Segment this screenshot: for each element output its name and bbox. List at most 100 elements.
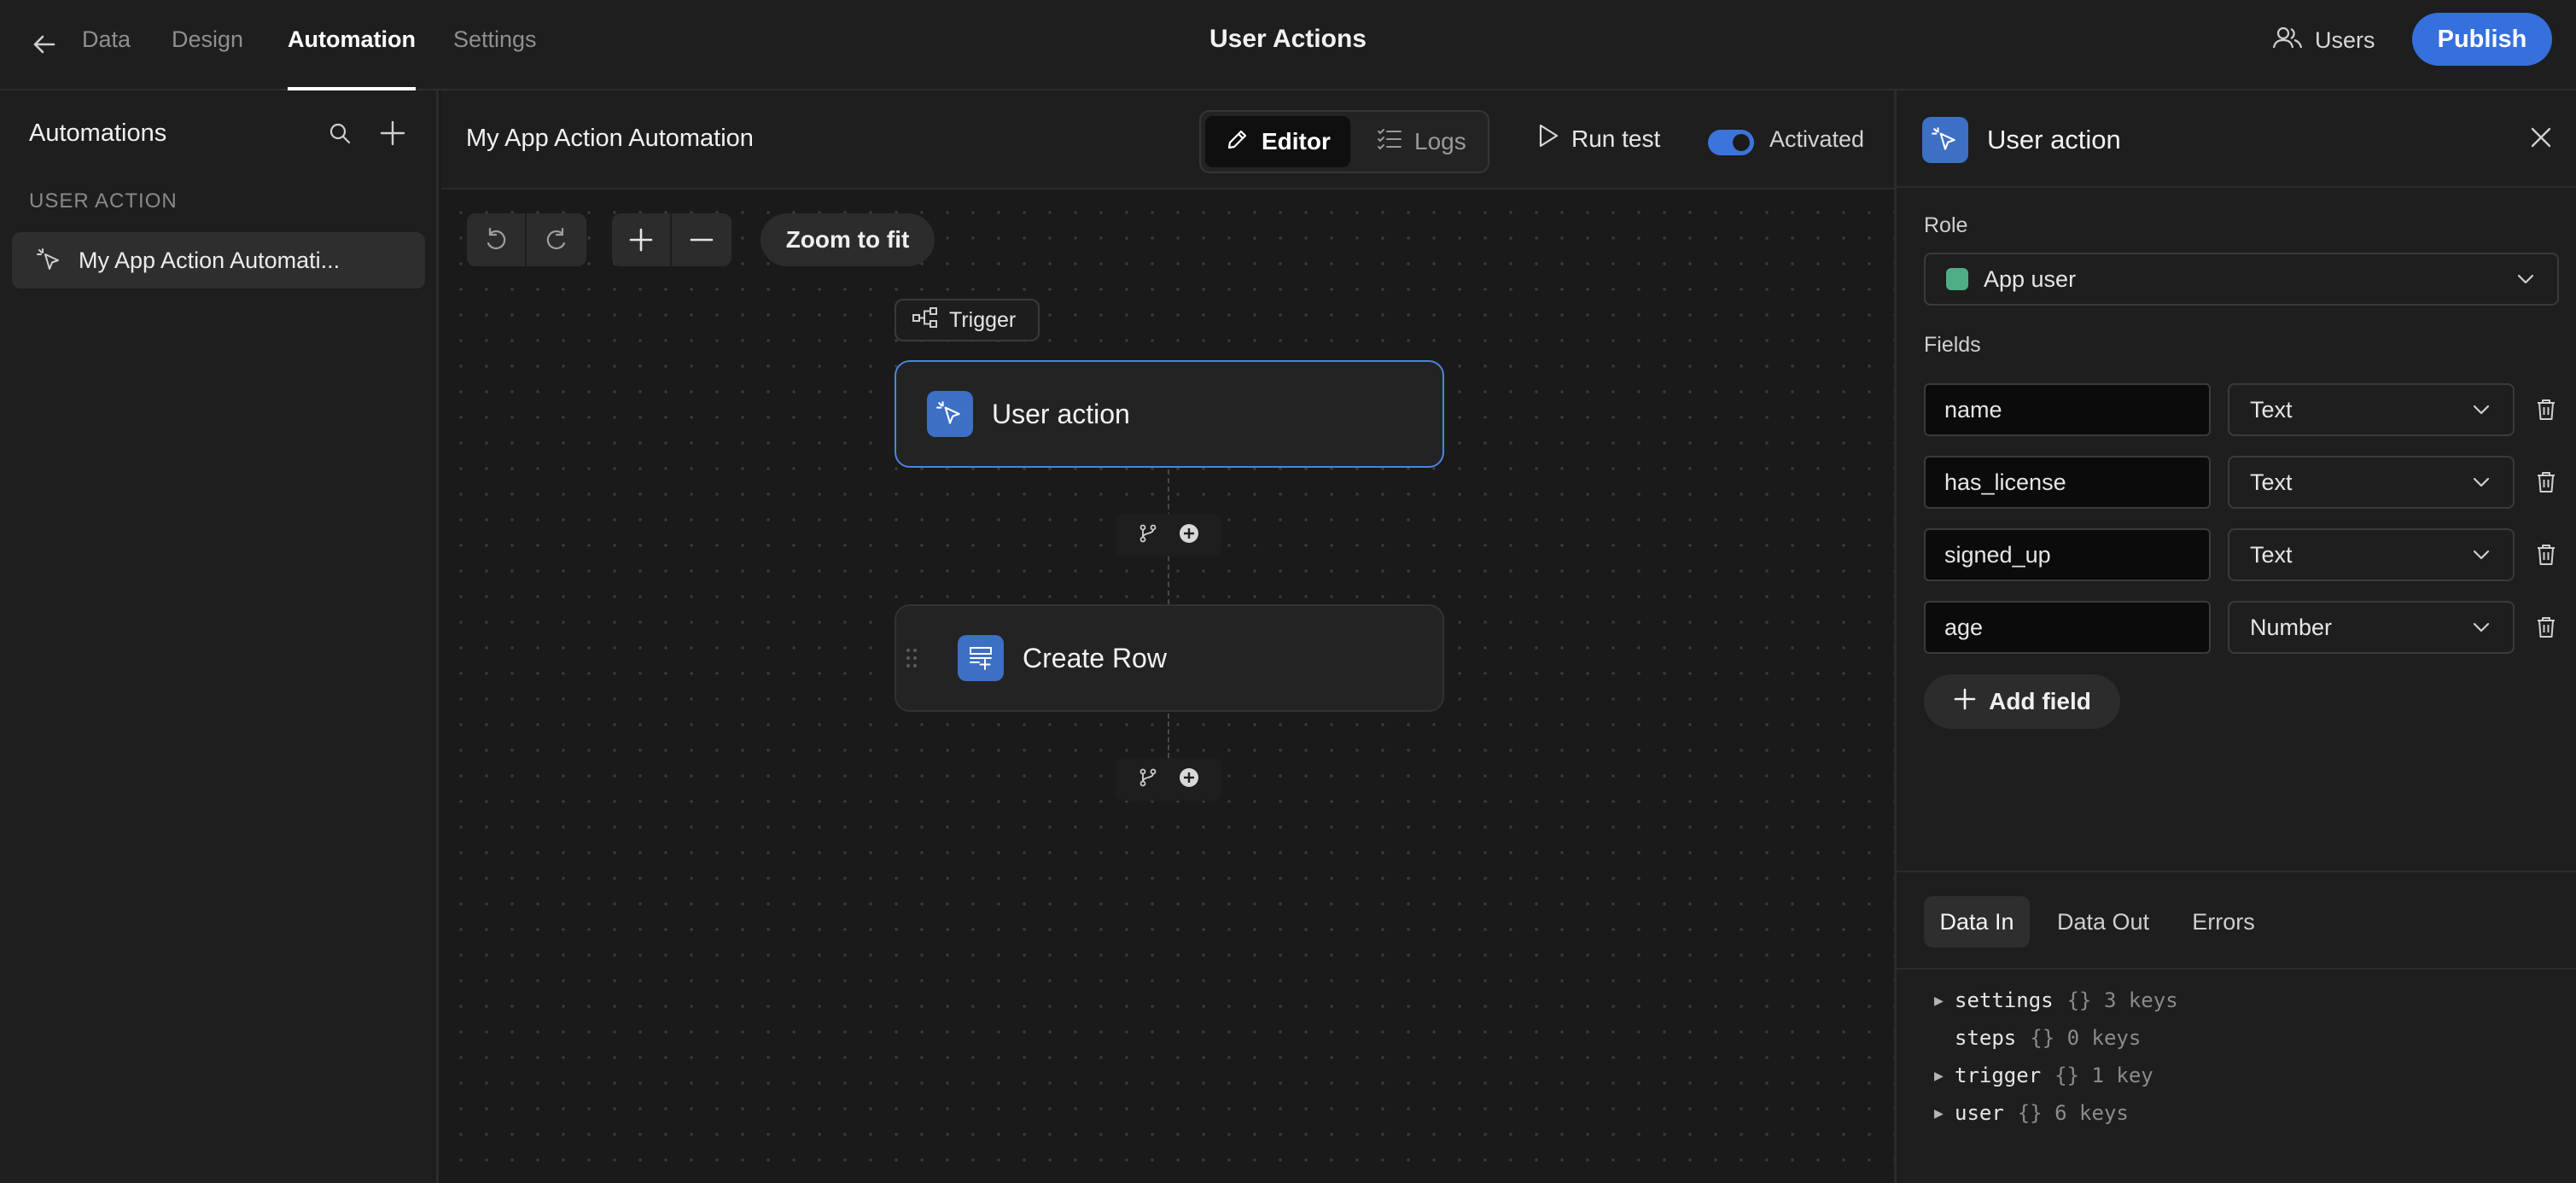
close-icon[interactable] (2528, 125, 2554, 154)
field-name-input[interactable]: has_license (1924, 456, 2211, 509)
pencil-icon (1226, 127, 1250, 157)
trash-icon[interactable] (2533, 542, 2559, 568)
add-step-controls (1116, 758, 1221, 801)
json-row[interactable]: ▶ settings {} 3 keys (1934, 982, 2178, 1019)
expand-arrow-icon[interactable]: ▶ (1934, 1067, 1955, 1085)
tab-errors[interactable]: Errors (2178, 896, 2269, 947)
json-meta: {} 0 keys (2030, 1026, 2142, 1050)
history-controls (467, 213, 586, 266)
drag-handle-icon[interactable] (905, 647, 918, 669)
trigger-node-label: User action (992, 398, 1130, 429)
run-test-button[interactable]: Run test (1537, 123, 1660, 154)
canvas-header: My App Action Automation Editor Logs Run… (441, 90, 1894, 189)
logs-button[interactable]: Logs (1356, 116, 1484, 167)
tab-design[interactable]: Design (172, 0, 243, 90)
add-field-label: Add field (1989, 688, 2091, 714)
branch-icon (912, 306, 939, 335)
trash-icon[interactable] (2533, 397, 2559, 422)
role-value: App user (1984, 265, 2077, 292)
automations-sidebar: Automations USER ACTION My App Action Au… (0, 90, 439, 1183)
tab-data-out[interactable]: Data Out (2043, 896, 2163, 947)
field-type-select[interactable]: Text (2228, 456, 2515, 509)
publish-button[interactable]: Publish (2412, 13, 2552, 66)
zoom-controls (612, 213, 731, 266)
activated-toggle[interactable] (1708, 130, 1754, 155)
activated-label: Activated (1769, 126, 1865, 152)
expand-arrow-icon[interactable]: ▶ (1934, 1104, 1955, 1122)
branch-icon[interactable] (1138, 767, 1158, 792)
field-name-input[interactable]: name (1924, 383, 2211, 436)
pointer-click-icon (36, 247, 65, 274)
pointer-click-icon (1922, 117, 1968, 163)
json-key: settings (1955, 988, 2054, 1012)
back-arrow-icon[interactable] (26, 26, 63, 63)
chevron-down-icon (2470, 544, 2492, 572)
json-meta: {} 6 keys (2017, 1101, 2129, 1125)
panel-header: User action (1897, 90, 2576, 188)
pointer-click-icon (927, 391, 973, 437)
json-tree: ▶ settings {} 3 keys steps {} 0 keys ▶ t… (1934, 982, 2178, 1132)
panel-title: User action (1987, 125, 2121, 154)
section-label: USER ACTION (29, 189, 178, 213)
users-label: Users (2315, 26, 2375, 53)
play-icon (1537, 123, 1559, 154)
users-button[interactable]: Users (2272, 19, 2375, 61)
trash-icon[interactable] (2533, 469, 2559, 495)
data-tabs: Data In Data Out Errors (1897, 871, 2576, 970)
undo-icon[interactable] (467, 213, 527, 266)
zoom-out-icon[interactable] (672, 213, 731, 266)
field-type-select[interactable]: Text (2228, 528, 2515, 581)
field-name-input[interactable]: signed_up (1924, 528, 2211, 581)
automation-name: My App Action Automation (466, 125, 754, 152)
json-row: steps {} 0 keys (1934, 1019, 2178, 1057)
add-automation-icon[interactable] (379, 119, 406, 151)
json-row[interactable]: ▶ trigger {} 1 key (1934, 1057, 2178, 1094)
run-test-label: Run test (1571, 125, 1661, 152)
add-step-controls (1116, 514, 1221, 557)
field-type-value: Text (2250, 541, 2293, 568)
tab-settings[interactable]: Settings (453, 0, 537, 90)
field-type-value: Number (2250, 614, 2333, 640)
tab-automation[interactable]: Automation (288, 0, 416, 90)
add-step-icon[interactable] (1179, 523, 1199, 548)
field-name-input[interactable]: age (1924, 601, 2211, 654)
tab-data-in[interactable]: Data In (1924, 896, 2030, 947)
add-step-icon[interactable] (1179, 767, 1199, 792)
editor-button[interactable]: Editor (1205, 116, 1350, 167)
top-bar: Data Design Automation Settings User Act… (0, 0, 2576, 90)
role-color-swatch (1946, 268, 1968, 290)
create-row-icon (958, 635, 1004, 681)
plus-icon (1953, 687, 1977, 717)
expand-arrow-icon[interactable]: ▶ (1934, 992, 1955, 1010)
trigger-badge: Trigger (895, 299, 1040, 341)
automation-canvas[interactable]: My App Action Automation Editor Logs Run… (441, 90, 1894, 1183)
create-row-node[interactable]: Create Row (895, 604, 1444, 712)
search-icon[interactable] (328, 121, 352, 149)
zoom-to-fit-button[interactable]: Zoom to fit (761, 213, 935, 266)
users-icon (2272, 26, 2303, 55)
chevron-down-icon (2470, 471, 2492, 499)
field-type-select[interactable]: Text (2228, 383, 2515, 436)
tab-data[interactable]: Data (82, 0, 131, 90)
fields-label: Fields (1924, 333, 1981, 357)
create-row-node-label: Create Row (1023, 642, 1167, 673)
branch-icon[interactable] (1138, 523, 1158, 548)
role-label: Role (1924, 213, 1968, 237)
logs-label: Logs (1414, 128, 1466, 154)
trigger-node[interactable]: User action (895, 360, 1444, 468)
chevron-down-icon (2470, 399, 2492, 427)
step-settings-panel: User action Role App user Fields name Te… (1894, 90, 2576, 1183)
sidebar-title: Automations (29, 119, 167, 147)
add-field-button[interactable]: Add field (1924, 674, 2120, 729)
redo-icon[interactable] (527, 213, 586, 266)
mode-toggle: Editor Logs (1199, 110, 1489, 173)
zoom-in-icon[interactable] (612, 213, 672, 266)
trash-icon[interactable] (2533, 615, 2559, 640)
role-select[interactable]: App user (1924, 253, 2559, 306)
editor-label: Editor (1262, 128, 1331, 154)
json-key: user (1955, 1101, 2004, 1125)
field-type-select[interactable]: Number (2228, 601, 2515, 654)
sidebar-item-automation[interactable]: My App Action Automati... (12, 232, 425, 288)
json-row[interactable]: ▶ user {} 6 keys (1934, 1094, 2178, 1132)
trigger-badge-label: Trigger (949, 307, 1017, 332)
